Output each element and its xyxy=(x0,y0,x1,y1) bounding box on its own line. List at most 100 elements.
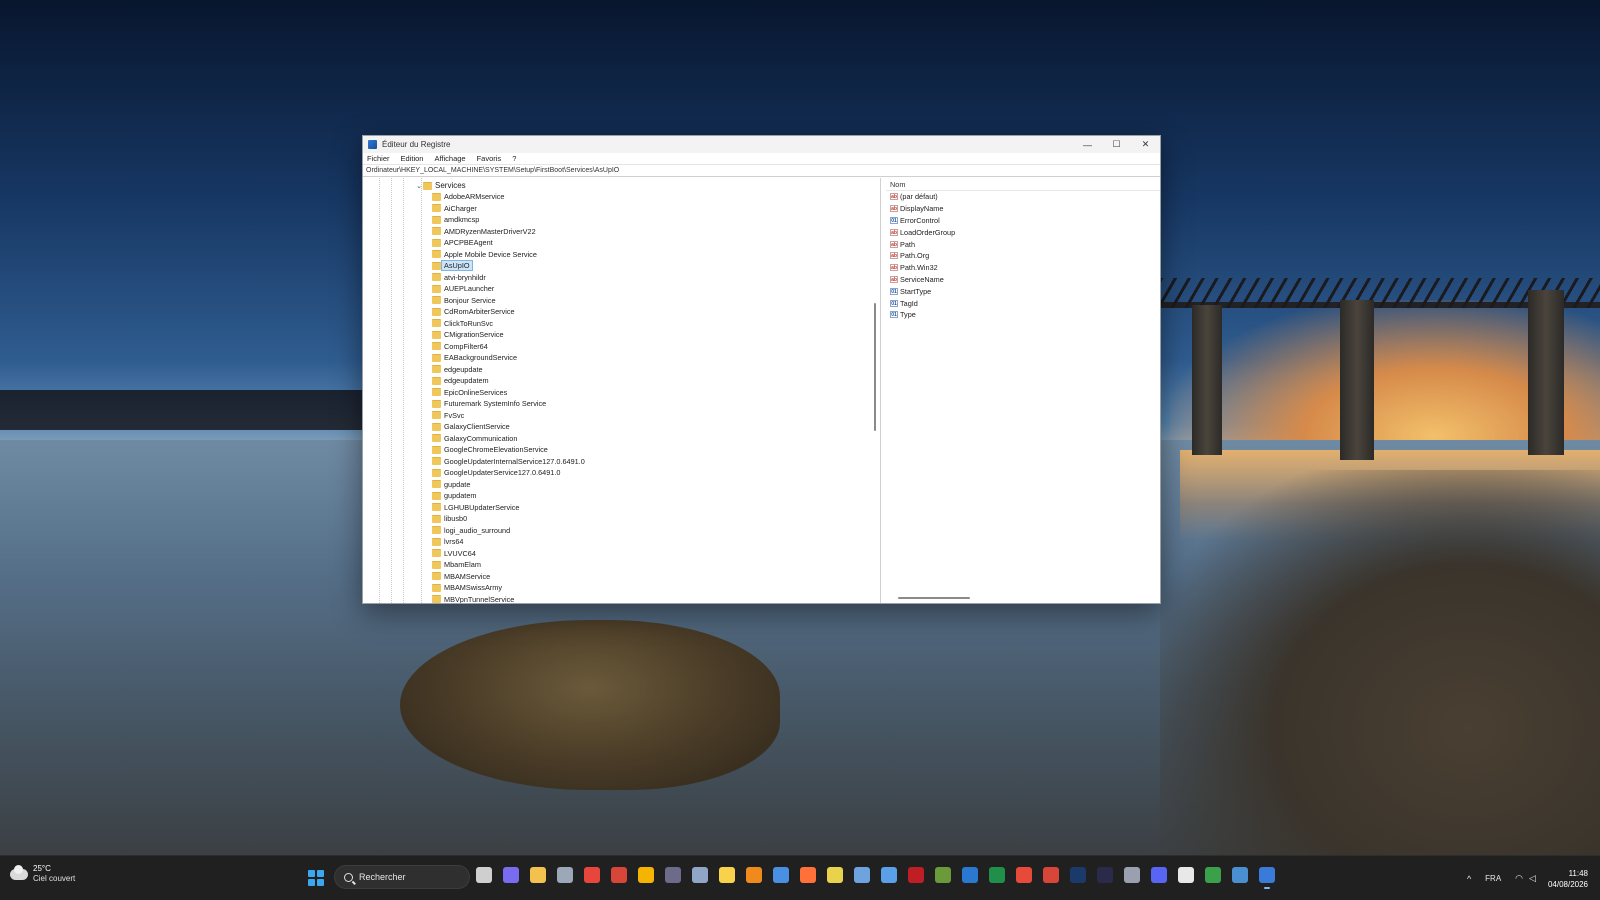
tree-item[interactable]: CdRomArbiterService xyxy=(432,306,585,318)
tree-item[interactable]: GalaxyCommunication xyxy=(432,433,585,445)
flask-icon[interactable] xyxy=(827,867,843,883)
chevron-up-icon[interactable]: ^ xyxy=(1467,874,1471,884)
value-row[interactable]: ab Path.Org xyxy=(886,250,1160,262)
value-row[interactable]: 01 ErrorControl xyxy=(886,215,1160,227)
title-bar[interactable]: Éditeur du Registre — ☐ ✕ xyxy=(363,136,1160,153)
tree-item[interactable]: edgeupdate xyxy=(432,364,585,376)
chrome-icon[interactable] xyxy=(584,867,600,883)
gmail-icon[interactable] xyxy=(611,867,627,883)
tree-item[interactable]: AdobeARMservice xyxy=(432,191,585,203)
file-explorer-icon[interactable] xyxy=(530,867,546,883)
value-row[interactable]: ab Path xyxy=(886,238,1160,250)
tree-item[interactable]: edgeupdatem xyxy=(432,375,585,387)
tree-item[interactable]: logi_audio_surround xyxy=(432,525,585,537)
app-icon[interactable] xyxy=(1178,867,1194,883)
app-icon[interactable] xyxy=(773,867,789,883)
tree-item[interactable]: ClickToRunSvc xyxy=(432,318,585,330)
task-view-icon[interactable] xyxy=(476,867,492,883)
copilot-icon[interactable] xyxy=(503,867,519,883)
values-scrollbar[interactable] xyxy=(898,597,970,599)
chevron-down-icon[interactable]: ⌄ xyxy=(415,182,423,190)
value-row[interactable]: ab DisplayName xyxy=(886,203,1160,215)
photoshop-icon[interactable] xyxy=(1070,867,1086,883)
app-icon[interactable] xyxy=(1124,867,1140,883)
menu-affichage[interactable]: Affichage xyxy=(434,154,465,163)
tree-item[interactable]: amdkmcsp xyxy=(432,214,585,226)
menu-fichier[interactable]: Fichier xyxy=(367,154,390,163)
minimize-button[interactable]: — xyxy=(1073,136,1102,153)
app-icon[interactable] xyxy=(935,867,951,883)
menu-favoris[interactable]: Favoris xyxy=(477,154,502,163)
filezilla-icon[interactable] xyxy=(908,867,924,883)
tree-item[interactable]: APCPBEAgent xyxy=(432,237,585,249)
regedit-icon[interactable] xyxy=(1259,867,1275,889)
tree-item[interactable]: GoogleChromeElevationService xyxy=(432,444,585,456)
tree-item[interactable]: EpicOnlineServices xyxy=(432,387,585,399)
tree-item[interactable]: Apple Mobile Device Service xyxy=(432,249,585,261)
tree-item[interactable]: gupdatem xyxy=(432,490,585,502)
tree-item[interactable]: FvSvc xyxy=(432,410,585,422)
app-icon[interactable] xyxy=(692,867,708,883)
tree-item[interactable]: GoogleUpdaterService127.0.6491.0 xyxy=(432,467,585,479)
tree-item[interactable]: MBAMService xyxy=(432,571,585,583)
tree-item[interactable]: atvi-brynhildr xyxy=(432,272,585,284)
tree-item[interactable]: Bonjour Service xyxy=(432,295,585,307)
value-row[interactable]: ab Path.Win32 xyxy=(886,262,1160,274)
maximize-button[interactable]: ☐ xyxy=(1102,136,1131,153)
tree-item[interactable]: CompFilter64 xyxy=(432,341,585,353)
discord-icon[interactable] xyxy=(1151,867,1167,883)
tree-item[interactable]: gupdate xyxy=(432,479,585,491)
tree-item[interactable]: EABackgroundService xyxy=(432,352,585,364)
tree-item[interactable]: CMigrationService xyxy=(432,329,585,341)
tree-item[interactable]: Futuremark SystemInfo Service xyxy=(432,398,585,410)
app-icon[interactable] xyxy=(1232,867,1248,883)
app-icon[interactable] xyxy=(854,867,870,883)
bulb-icon[interactable] xyxy=(719,867,735,883)
tree-item[interactable]: AMDRyzenMasterDriverV22 xyxy=(432,226,585,238)
tree-item[interactable]: lvrs64 xyxy=(432,536,585,548)
value-row[interactable]: 01 Type xyxy=(886,309,1160,321)
tree-item[interactable]: libusb0 xyxy=(432,513,585,525)
value-row[interactable]: ab ServiceName xyxy=(886,274,1160,286)
outlook-icon[interactable] xyxy=(962,867,978,883)
weather-widget[interactable]: 25°C Ciel couvert xyxy=(10,864,75,884)
tree-item[interactable]: LGHUBUpdaterService xyxy=(432,502,585,514)
app-icon[interactable] xyxy=(1016,867,1032,883)
tree-item[interactable]: AiCharger xyxy=(432,203,585,215)
menu-help[interactable]: ? xyxy=(512,154,516,163)
wifi-icon[interactable]: ◠ xyxy=(1515,873,1523,884)
calculator-icon[interactable] xyxy=(557,867,573,883)
tree-item[interactable]: LVUVC64 xyxy=(432,548,585,560)
gmail-icon[interactable] xyxy=(1043,867,1059,883)
vlc-icon[interactable] xyxy=(746,867,762,883)
tree-item[interactable]: GoogleUpdaterInternalService127.0.6491.0 xyxy=(432,456,585,468)
menu-edition[interactable]: Edition xyxy=(401,154,424,163)
app-icon[interactable] xyxy=(1205,867,1221,883)
start-button[interactable] xyxy=(308,870,324,886)
tree-item[interactable]: MBVpnTunnelService xyxy=(432,594,585,603)
taskbar-search[interactable]: Rechercher xyxy=(334,865,470,889)
value-row[interactable]: ab LoadOrderGroup xyxy=(886,226,1160,238)
app-icon[interactable] xyxy=(665,867,681,883)
language-indicator[interactable]: FRA xyxy=(1485,874,1501,883)
tree-item[interactable]: AsUpIO xyxy=(432,260,585,272)
value-row[interactable]: ab (par défaut) xyxy=(886,191,1160,203)
address-bar[interactable]: Ordinateur\HKEY_LOCAL_MACHINE\SYSTEM\Set… xyxy=(363,164,1160,177)
chrome-canary-icon[interactable] xyxy=(638,867,654,883)
value-row[interactable]: 01 TagId xyxy=(886,297,1160,309)
value-row[interactable]: 01 StartType xyxy=(886,285,1160,297)
tree-item-services[interactable]: ⌄ Services xyxy=(415,180,466,191)
notepad-icon[interactable] xyxy=(881,867,897,883)
firefox-icon[interactable] xyxy=(800,867,816,883)
tree-item[interactable]: AUEPLauncher xyxy=(432,283,585,295)
tree-item[interactable]: GalaxyClientService xyxy=(432,421,585,433)
clock[interactable]: 11:48 04/08/2026 xyxy=(1548,868,1588,890)
app-icon[interactable] xyxy=(1097,867,1113,883)
volume-icon[interactable]: ◁ xyxy=(1529,873,1536,884)
tree-item[interactable]: MBAMSwissArmy xyxy=(432,582,585,594)
column-header-nom[interactable]: Nom xyxy=(886,178,1160,191)
tree-item[interactable]: MbamElam xyxy=(432,559,585,571)
excel-icon[interactable] xyxy=(989,867,1005,883)
tree-scrollbar[interactable] xyxy=(874,303,876,431)
close-button[interactable]: ✕ xyxy=(1131,136,1160,153)
